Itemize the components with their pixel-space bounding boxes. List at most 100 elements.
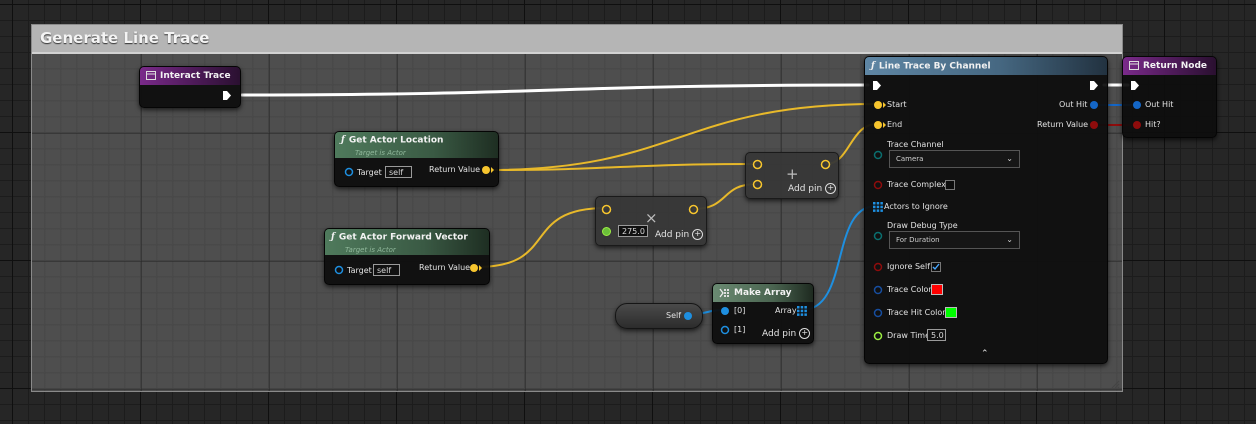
- vector-out-pin[interactable]: [688, 204, 699, 215]
- chevron-down-icon: ⌄: [1006, 154, 1013, 163]
- multiply-node[interactable]: × 275.0 Add pin +: [595, 196, 707, 246]
- trace-color-pin[interactable]: [873, 285, 883, 295]
- add-pin-button[interactable]: Add pin +: [762, 328, 811, 339]
- multiply-value-field[interactable]: 275.0: [618, 225, 648, 237]
- node-title: Return Node: [1143, 61, 1207, 71]
- function-result-icon: [1129, 61, 1139, 70]
- return-value-pin[interactable]: [1089, 120, 1099, 130]
- draw-debug-type-pin[interactable]: [873, 231, 883, 241]
- out-hit-pin[interactable]: [1089, 100, 1099, 110]
- add-pin-icon: +: [799, 328, 811, 339]
- node-title: Line Trace By Channel: [878, 61, 991, 72]
- add-icon: +: [786, 165, 799, 183]
- ignore-self-label: Ignore Self: [887, 262, 931, 271]
- wire-location-to-add: [487, 163, 758, 171]
- node-subtitle: Target is Actor: [355, 149, 406, 157]
- chevron-down-icon: ⌄: [1006, 235, 1013, 244]
- return-value-label: Return Value: [419, 263, 471, 272]
- exec-in-pin[interactable]: [1130, 80, 1140, 91]
- trace-complex-pin[interactable]: [873, 180, 883, 190]
- out-hit-in-pin[interactable]: [1132, 100, 1142, 110]
- trace-channel-label: Trace Channel: [887, 140, 944, 149]
- draw-debug-type-label: Draw Debug Type: [887, 221, 958, 230]
- make-array-node[interactable]: Make Array [0] [1] Array Add pin +: [712, 283, 814, 344]
- exec-out-pin[interactable]: [1089, 80, 1099, 91]
- actors-to-ignore-pin[interactable]: [873, 202, 883, 212]
- trace-color-label: Trace Color: [887, 285, 932, 294]
- end-label: End: [887, 120, 903, 129]
- end-pin[interactable]: [873, 120, 887, 130]
- array-out-label: Array: [775, 306, 797, 315]
- return-value-pin[interactable]: [469, 263, 483, 273]
- wire-forward-to-multiply: [476, 207, 607, 268]
- trace-channel-pin[interactable]: [873, 150, 883, 160]
- array-item-1-pin[interactable]: [720, 325, 730, 335]
- hit-label: Hit?: [1145, 120, 1161, 129]
- function-entry-icon: [146, 71, 156, 80]
- get-actor-location-node[interactable]: ƒ Get Actor Location Target is Actor Targ…: [334, 131, 499, 187]
- node-subtitle: Target is Actor: [345, 246, 396, 254]
- exec-in-pin[interactable]: [872, 80, 882, 91]
- collapse-advanced-icon[interactable]: ⌃: [981, 349, 989, 359]
- function-icon: ƒ: [331, 232, 335, 242]
- hit-in-pin[interactable]: [1132, 120, 1142, 130]
- draw-time-label: Draw Time: [887, 331, 931, 340]
- add-pin-icon: +: [692, 229, 704, 240]
- vector-in-a-pin[interactable]: [752, 159, 763, 170]
- node-title: Get Actor Location: [348, 135, 444, 146]
- out-hit-label: Out Hit: [1059, 100, 1088, 109]
- target-label: Target: [347, 266, 372, 275]
- exec-wire-interact-to-trace: [240, 83, 870, 97]
- target-pin[interactable]: [344, 167, 354, 177]
- target-pin[interactable]: [334, 265, 344, 275]
- vector-in-b-pin[interactable]: [752, 179, 763, 190]
- node-title: Interact Trace: [160, 71, 231, 81]
- trace-hit-color-pin[interactable]: [873, 308, 883, 318]
- trace-complex-checkbox[interactable]: [945, 180, 955, 190]
- target-label: Target: [357, 168, 382, 177]
- trace-hit-color-swatch[interactable]: [945, 307, 957, 318]
- exec-out-pin[interactable]: [222, 90, 232, 101]
- out-hit-label: Out Hit: [1145, 100, 1174, 109]
- ignore-self-pin[interactable]: [873, 262, 883, 272]
- trace-color-swatch[interactable]: [931, 284, 943, 295]
- self-label: Self: [666, 311, 682, 320]
- add-pin-icon: +: [825, 183, 837, 194]
- target-self-field[interactable]: self: [385, 166, 412, 178]
- ignore-self-checkbox[interactable]: [931, 262, 941, 272]
- target-self-field[interactable]: self: [373, 264, 400, 276]
- node-title: Make Array: [734, 288, 792, 298]
- trace-hit-color-label: Trace Hit Color: [887, 308, 946, 317]
- function-icon: ƒ: [871, 61, 875, 71]
- add-pin-button[interactable]: Add pin +: [788, 183, 837, 194]
- draw-debug-type-dropdown[interactable]: For Duration ⌄: [889, 231, 1020, 249]
- return-node[interactable]: Return Node Out Hit Hit?: [1122, 56, 1217, 138]
- return-value-label: Return Value: [429, 165, 481, 174]
- checkmark-icon: [932, 263, 940, 271]
- return-value-pin[interactable]: [481, 165, 495, 175]
- actors-to-ignore-label: Actors to Ignore: [884, 202, 948, 211]
- trace-complex-label: Trace Complex: [887, 180, 946, 189]
- add-pin-button[interactable]: Add pin +: [655, 229, 704, 240]
- draw-time-field[interactable]: 5.0: [927, 329, 946, 341]
- interact-trace-node[interactable]: Interact Trace: [139, 66, 241, 108]
- start-pin[interactable]: [873, 100, 887, 110]
- draw-time-pin[interactable]: [873, 331, 883, 341]
- vector-out-pin[interactable]: [820, 159, 831, 170]
- get-actor-forward-vector-node[interactable]: ƒ Get Actor Forward Vector Target is Acto…: [324, 228, 490, 285]
- start-label: Start: [887, 100, 907, 109]
- line-trace-by-channel-node[interactable]: ƒ Line Trace By Channel Start End Trace C…: [864, 56, 1108, 364]
- float-in-pin[interactable]: [601, 226, 612, 237]
- return-value-label: Return Value: [1037, 120, 1089, 129]
- array-out-pin[interactable]: [797, 306, 807, 316]
- array-item-0-label: [0]: [734, 306, 746, 315]
- array-item-0-pin[interactable]: [720, 306, 730, 316]
- self-node[interactable]: Self: [615, 303, 703, 329]
- trace-channel-dropdown[interactable]: Camera ⌄: [889, 150, 1020, 168]
- function-icon: ƒ: [341, 135, 345, 145]
- vector-in-pin[interactable]: [601, 204, 612, 215]
- self-out-pin[interactable]: [683, 311, 694, 321]
- array-item-1-label: [1]: [734, 325, 746, 334]
- node-title: Get Actor Forward Vector: [338, 232, 468, 243]
- add-node[interactable]: + Add pin +: [745, 152, 839, 199]
